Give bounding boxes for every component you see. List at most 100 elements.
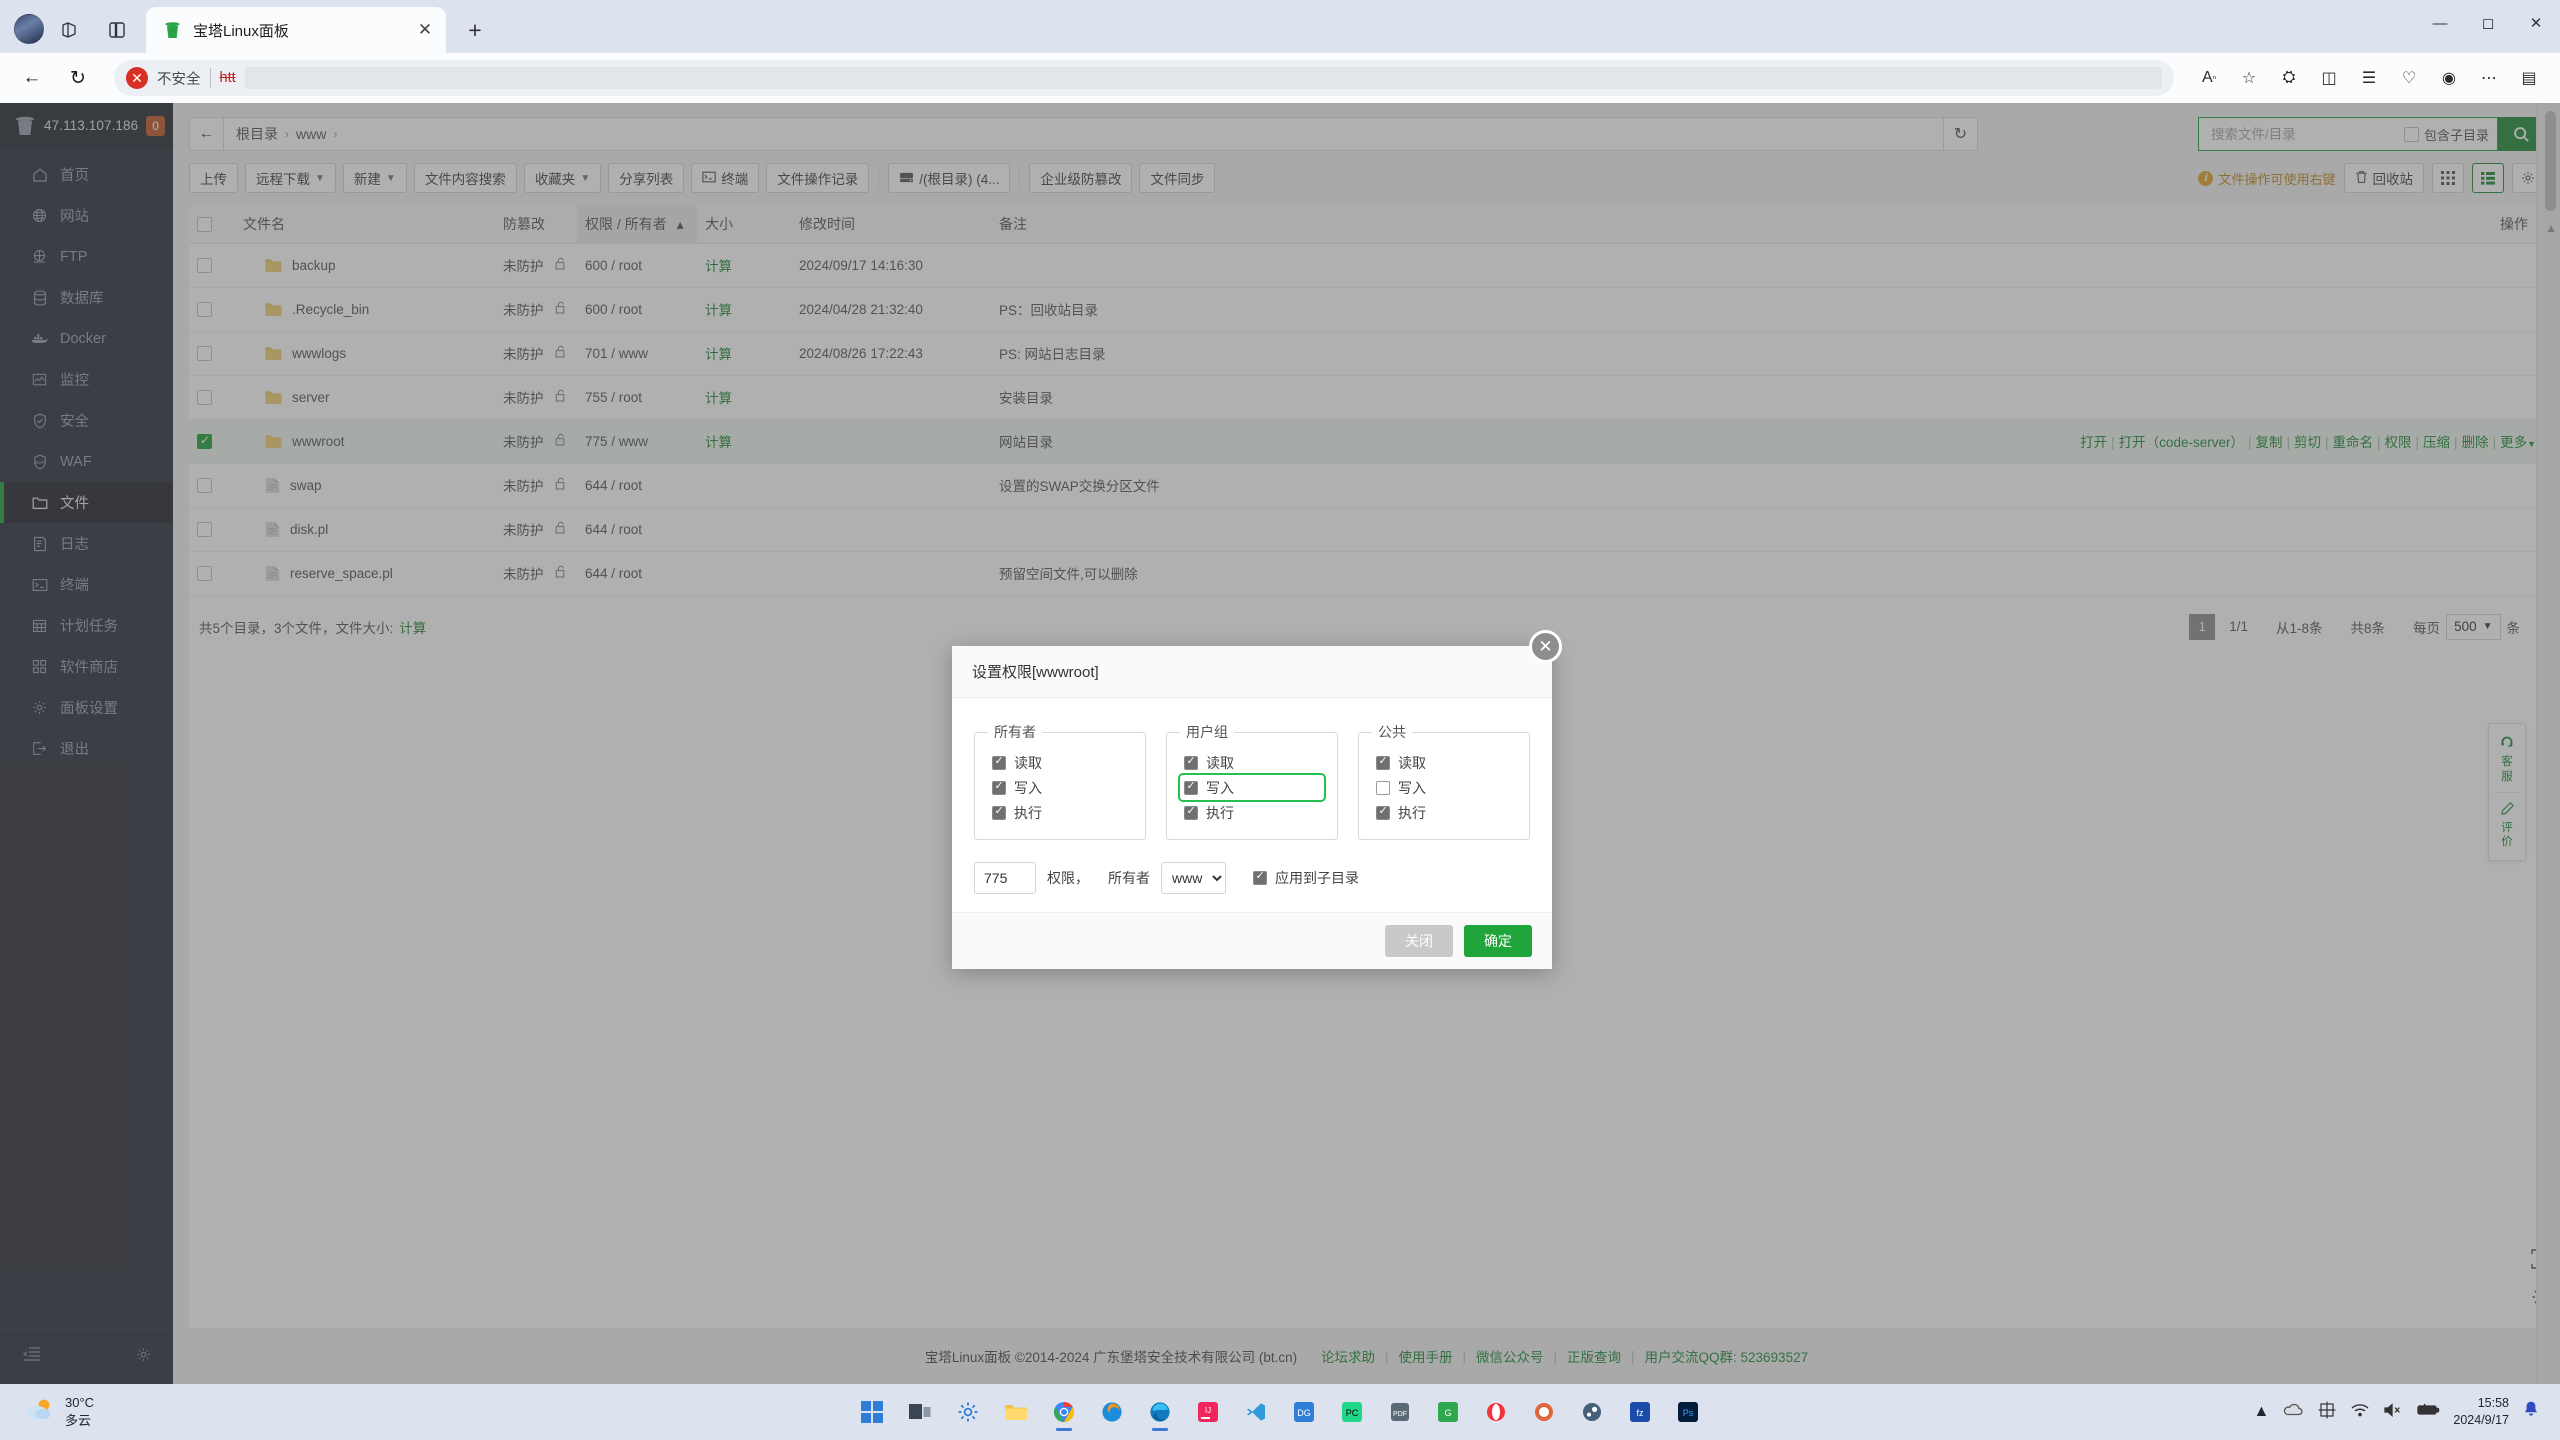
option-label: 读取 — [1014, 754, 1042, 771]
git-app-icon[interactable]: G — [1428, 1392, 1468, 1432]
pdf-reader-icon[interactable]: PDF — [1380, 1392, 1420, 1432]
clock-date: 2024/9/17 — [2453, 1413, 2509, 1427]
permission-input[interactable] — [974, 862, 1036, 894]
public-exec-option[interactable]: 执行 — [1372, 800, 1516, 825]
url-scheme-text: htt — [219, 70, 236, 86]
tab-title: 宝塔Linux面板 — [193, 22, 289, 40]
more-options-icon[interactable]: ⋯ — [2470, 59, 2508, 97]
svg-text:PDF: PDF — [1393, 1411, 1407, 1418]
browser-navbar: ← ↻ ✕ 不安全 htt Aⁿ ☆ ⛭ ◫ ☰ ♡ ◉ ⋯ ▤ — [0, 53, 2560, 103]
bt-panel-favicon — [162, 20, 182, 40]
option-label: 执行 — [1206, 804, 1234, 821]
group-write-option[interactable]: 写入 — [1178, 773, 1326, 802]
public-write-option[interactable]: 写入 — [1372, 775, 1516, 800]
extensions-icon[interactable]: ⛭ — [2270, 59, 2308, 97]
group-group-label: 用户组 — [1186, 724, 1228, 740]
weather-icon — [24, 1397, 56, 1428]
option-label: 读取 — [1206, 754, 1234, 771]
collections-icon[interactable]: ☰ — [2350, 59, 2388, 97]
copilot-icon[interactable]: ◉ — [2430, 59, 2468, 97]
svg-text:IJ: IJ — [1205, 1406, 1211, 1415]
volume-mute-icon[interactable] — [2383, 1402, 2403, 1423]
feishu-icon[interactable]: fz — [1620, 1392, 1660, 1432]
group-read-option[interactable]: 读取 — [1180, 750, 1324, 775]
dialog-title: 设置权限[wwwroot] — [952, 646, 1552, 698]
wifi-icon[interactable] — [2350, 1402, 2370, 1423]
vscode-icon[interactable] — [1236, 1392, 1276, 1432]
close-button[interactable]: 关闭 — [1385, 925, 1453, 957]
onedrive-icon[interactable] — [2282, 1403, 2304, 1422]
confirm-button[interactable]: 确定 — [1464, 925, 1532, 957]
start-button[interactable] — [852, 1392, 892, 1432]
group-exec-option[interactable]: 执行 — [1180, 800, 1324, 825]
tab-collections-icon[interactable] — [46, 7, 92, 53]
pycharm-icon[interactable]: PC — [1332, 1392, 1372, 1432]
task-view-icon[interactable] — [900, 1392, 940, 1432]
steam-icon[interactable] — [1572, 1392, 1612, 1432]
checkbox-box — [1376, 780, 1390, 795]
close-window-button[interactable]: ✕ — [2512, 0, 2560, 46]
dialog-body: 所有者 读取 写入 执行 — [952, 698, 1552, 912]
battery-charging-icon[interactable] — [2416, 1403, 2440, 1422]
apply-subdir-label: 应用到子目录 — [1275, 870, 1359, 886]
profile-avatar[interactable] — [14, 14, 44, 44]
weather-widget[interactable]: 30°C 多云 — [10, 1394, 94, 1429]
edge-icon[interactable] — [1140, 1392, 1180, 1432]
url-redacted-area — [244, 67, 2162, 89]
close-tab-icon[interactable]: ✕ — [412, 17, 438, 43]
security-label: 不安全 — [157, 71, 201, 88]
split-pane-icon[interactable]: ◫ — [2310, 59, 2348, 97]
public-group: 公共 读取 写入 执行 — [1358, 722, 1530, 840]
browser-essentials-icon[interactable]: ♡ — [2390, 59, 2428, 97]
split-screen-icon[interactable] — [94, 7, 140, 53]
checkbox-box — [992, 754, 1006, 770]
permission-groups: 所有者 读取 写入 执行 — [974, 722, 1530, 840]
sidebar-toggle-icon[interactable]: ▤ — [2510, 59, 2548, 97]
owner-write-option[interactable]: 写入 — [988, 775, 1132, 800]
window-controls: — ◻ ✕ — [2416, 0, 2560, 46]
read-aloud-icon[interactable]: Aⁿ — [2190, 59, 2228, 97]
back-icon[interactable]: ← — [12, 58, 52, 98]
dialog-footer: 关闭 确定 — [952, 912, 1552, 969]
address-bar[interactable]: ✕ 不安全 htt — [114, 60, 2174, 96]
reload-icon[interactable]: ↻ — [58, 58, 98, 98]
settings-app-icon[interactable] — [948, 1392, 988, 1432]
chrome-icon[interactable] — [1044, 1392, 1084, 1432]
ime-icon[interactable] — [2317, 1400, 2337, 1425]
favorite-star-icon[interactable]: ☆ — [2230, 59, 2268, 97]
taskbar-clock[interactable]: 15:58 2024/9/17 — [2453, 1395, 2509, 1429]
close-icon[interactable]: ✕ — [1529, 630, 1562, 663]
checkbox-box — [1253, 869, 1267, 885]
photoshop-icon[interactable]: Ps — [1668, 1392, 1708, 1432]
maximize-button[interactable]: ◻ — [2464, 0, 2512, 46]
minimize-button[interactable]: — — [2416, 0, 2464, 46]
tab-strip: 宝塔Linux面板 ✕ + — ◻ ✕ — [0, 0, 2560, 53]
checkbox-box — [1376, 804, 1390, 820]
app-icon[interactable] — [1524, 1392, 1564, 1432]
not-secure-icon: ✕ — [126, 67, 148, 89]
permission-label: 权限， — [1047, 870, 1089, 886]
owner-select[interactable]: www — [1161, 862, 1226, 894]
jetbrains-icon[interactable]: IJ — [1188, 1392, 1228, 1432]
system-tray: ▲ 15:58 2024/9/17 — [2254, 1395, 2550, 1429]
weather-text: 30°C 多云 — [65, 1394, 94, 1429]
tray-expand-icon[interactable]: ▲ — [2254, 1403, 2270, 1421]
owner-group: 所有者 读取 写入 执行 — [974, 722, 1146, 840]
owner-exec-option[interactable]: 执行 — [988, 800, 1132, 825]
browser-tab[interactable]: 宝塔Linux面板 ✕ — [146, 7, 446, 53]
owner-group-label: 所有者 — [994, 724, 1036, 740]
checkbox-box — [1184, 804, 1198, 820]
option-label: 读取 — [1398, 754, 1426, 771]
owner-read-option[interactable]: 读取 — [988, 750, 1132, 775]
public-read-option[interactable]: 读取 — [1372, 750, 1516, 775]
file-explorer-icon[interactable] — [996, 1392, 1036, 1432]
opera-icon[interactable] — [1476, 1392, 1516, 1432]
database-app-icon[interactable]: DG — [1284, 1392, 1324, 1432]
svg-text:PC: PC — [1346, 1408, 1359, 1418]
firefox-icon[interactable] — [1092, 1392, 1132, 1432]
notification-bell-icon[interactable] — [2522, 1400, 2540, 1424]
new-tab-button[interactable]: + — [456, 11, 494, 49]
apply-subdir-checkbox[interactable]: 应用到子目录 — [1253, 868, 1359, 888]
option-label: 执行 — [1398, 804, 1426, 821]
omnibox-divider — [209, 68, 211, 88]
